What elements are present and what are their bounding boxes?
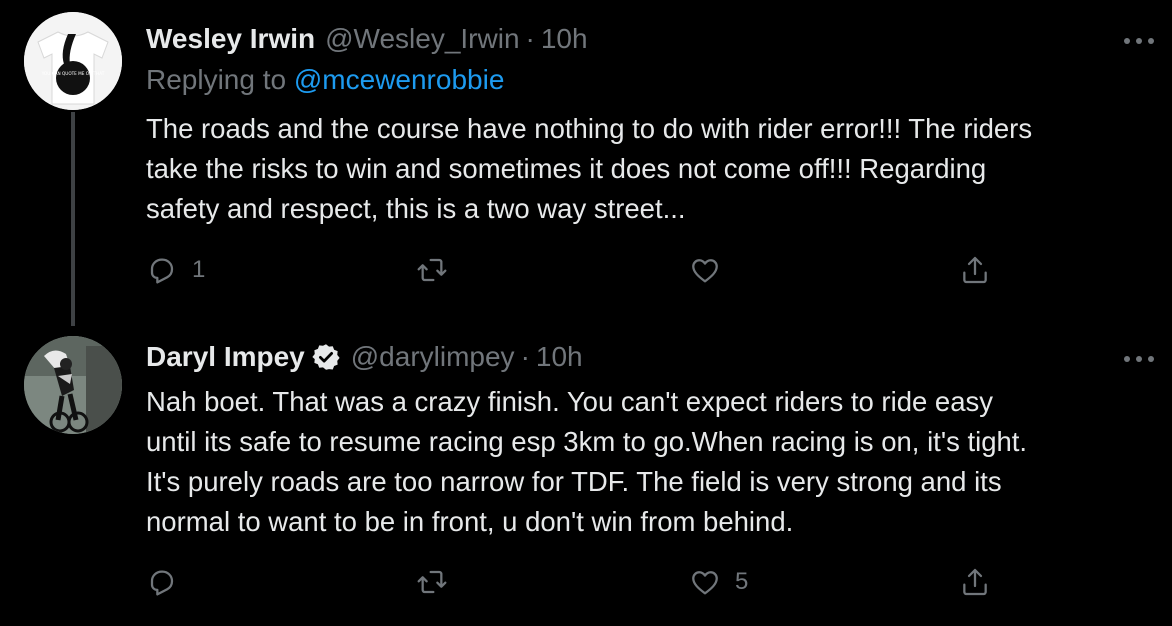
avatar[interactable] (24, 336, 122, 434)
tweet-text-line: take the risks to win and sometimes it d… (146, 153, 987, 184)
replying-to: Replying to @mcewenrobbie (146, 64, 504, 96)
avatar[interactable]: YOU CAN QUOTE ME ON THAT (24, 12, 122, 110)
tweet-text-line: The roads and the course have nothing to… (146, 113, 1033, 144)
like-button[interactable]: 5 (689, 564, 748, 600)
more-options-button[interactable] (1124, 36, 1154, 46)
tweet-text-line: Nah boet. That was a crazy finish. You c… (146, 386, 994, 417)
reply-icon (150, 258, 174, 284)
display-name[interactable]: Wesley Irwin (146, 23, 315, 55)
retweet-button[interactable] (416, 564, 462, 600)
avatar-cyclist-photo (24, 336, 122, 434)
replying-to-label: Replying to (146, 64, 287, 95)
timestamp[interactable]: 10h (536, 341, 583, 373)
separator-dot: · (520, 341, 530, 372)
more-icon (1124, 38, 1130, 44)
share-button[interactable] (959, 252, 991, 288)
display-name[interactable]: Daryl Impey (146, 341, 305, 373)
tweet-actions: 1 (146, 252, 1026, 288)
tweet[interactable]: Daryl Impey @darylimpey · 10h Nah boet. … (0, 326, 1172, 626)
user-handle[interactable]: @darylimpey (351, 341, 515, 373)
reply-icon (150, 570, 174, 596)
verified-icon (312, 344, 340, 370)
tweet-text: The roads and the course have nothing to… (146, 109, 1146, 229)
tweet-text-line: safety and respect, this is a two way st… (146, 193, 686, 224)
share-icon (963, 256, 987, 284)
user-handle[interactable]: @Wesley_Irwin (325, 23, 519, 55)
tweet-actions: 5 (146, 564, 1026, 600)
timestamp[interactable]: 10h (541, 23, 588, 55)
thread-line (71, 112, 75, 326)
tweet-text: Nah boet. That was a crazy finish. You c… (146, 382, 1146, 542)
retweet-button[interactable] (416, 252, 462, 288)
like-icon (692, 259, 718, 283)
like-button[interactable] (689, 252, 735, 288)
tweet[interactable]: YOU CAN QUOTE ME ON THAT Wesley Irwin @W… (0, 0, 1172, 326)
avatar-logo-text: YOU CAN QUOTE ME ON THAT (41, 71, 105, 76)
reply-button[interactable]: 1 (146, 252, 205, 288)
tweet-header: Daryl Impey @darylimpey · 10h (146, 339, 583, 375)
tweet-text-line: It's purely roads are too narrow for TDF… (146, 466, 1002, 497)
like-count: 5 (735, 568, 749, 595)
tweet-text-line: normal to want to be in front, u don't w… (146, 506, 794, 537)
like-icon (692, 571, 718, 595)
reply-button[interactable] (146, 564, 192, 600)
retweet-icon (417, 570, 447, 594)
reply-count: 1 (192, 256, 206, 283)
more-icon (1124, 356, 1130, 362)
tweet-header: Wesley Irwin @Wesley_Irwin · 10h (146, 21, 588, 57)
share-icon (963, 568, 987, 596)
mention-link[interactable]: @mcewenrobbie (294, 64, 505, 95)
tweet-text-line: until its safe to resume racing esp 3km … (146, 426, 1028, 457)
more-options-button[interactable] (1124, 354, 1154, 364)
avatar-tshirt-image: YOU CAN QUOTE ME ON THAT (24, 12, 122, 110)
separator-dot: · (525, 23, 535, 54)
retweet-icon (417, 258, 447, 282)
share-button[interactable] (959, 564, 991, 600)
